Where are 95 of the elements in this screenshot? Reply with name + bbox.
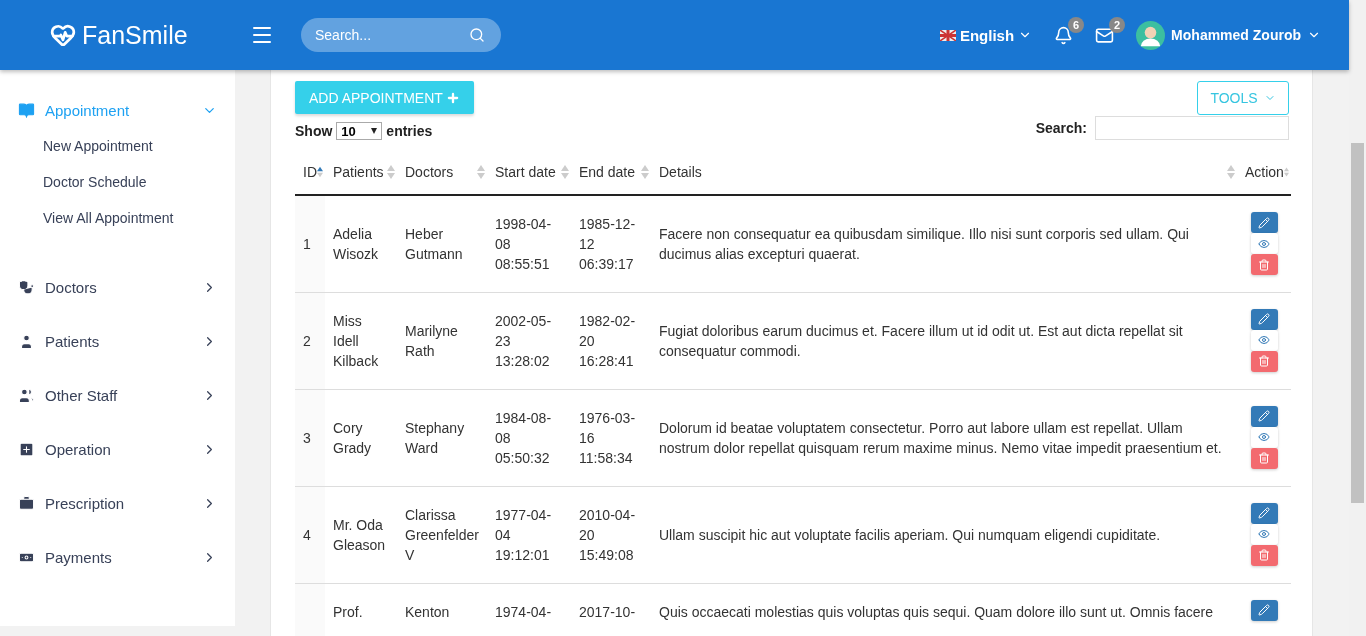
table-cell: Miss Idell Kilback [333,312,379,369]
medical-kit-icon [18,494,35,512]
table-cell: 2017-10- [579,603,636,620]
submenu-item[interactable]: New Appointment [0,128,235,164]
edit-button[interactable] [1250,212,1278,233]
view-button[interactable] [1250,426,1278,448]
search-label: Search: [1035,120,1087,136]
table-cell: Facere non consequatur ea quibusdam similique. Illo nisi sunt corporis sed ullam. Qui ducimus alias excepturi quaerat. [659,225,1189,262]
sidebar-item[interactable]: Doctors [0,269,235,305]
submenu-item[interactable]: Doctor Schedule [0,164,235,200]
eye-icon [1258,431,1270,443]
flag-icon [939,29,956,41]
page-size-select[interactable]: 10 [336,122,383,140]
show-label: Show [295,123,333,139]
table-cell: Mr. Oda Gleason [333,516,386,553]
table-cell: Fugiat doloribus earum ducimus et. Facere illum ut id odit ut. Est aut dicta repellat sit consequatur commodi. [659,322,1183,359]
table-cell: 1998-04-08 08:55:51 [495,215,552,272]
sidebar-item[interactable]: Patients [0,323,235,359]
pencil-icon [1258,507,1270,519]
user-icon [18,332,35,350]
pencil-icon [1258,216,1270,229]
brand-name: FanSmile [82,20,188,50]
language-selector[interactable]: English [939,26,1033,44]
heart-pulse-icon [50,22,76,48]
messages-button[interactable] [1095,25,1115,45]
table-cell: Stephany Ward [405,419,465,456]
message-count: 2 [1109,16,1126,33]
notifications-button[interactable] [1054,25,1074,45]
column-header[interactable]: Details [659,163,702,180]
table-cell: Cory Grady [333,419,372,456]
column-header[interactable]: Start date [495,163,556,180]
search-field[interactable]: Search... [301,18,501,52]
table-cell: 1974-04- [495,603,552,620]
column-header[interactable]: Action [1245,163,1284,180]
pencil-icon [1258,410,1270,422]
edit-button[interactable] [1250,599,1278,621]
trash-icon [1258,452,1270,464]
view-button[interactable] [1250,329,1278,351]
table-cell: 1977-04-04 19:12:01 [495,506,552,563]
table-cell: 2002-05-23 13:28:02 [495,312,552,369]
table-cell: 1984-08-08 05:50:32 [495,409,552,466]
avatar [1136,20,1166,50]
table-cell: 1976-03-16 11:58:34 [579,409,636,466]
plus-icon [445,90,460,105]
entries-label: entries [386,123,433,139]
trash-icon [1258,549,1270,561]
table-cell: Dolorum id beatae voluptatem consectetur. Porro aut labore ullam est repellat. Ullam nostrum dolor repellat quisquam rerum maxime minus. Nemo vitae impedit praesentium et. [659,419,1222,456]
table-search-field[interactable] [1095,116,1289,140]
view-button[interactable] [1250,233,1278,254]
users-icon [18,386,35,404]
table-cell: Adelia Wisozk [333,225,379,262]
sidebar-item[interactable]: Payments [0,539,235,575]
delete-button[interactable] [1250,254,1278,275]
sidebar-item[interactable]: Other Staff [0,377,235,413]
submenu-item[interactable]: View All Appointment [0,200,235,236]
edit-button[interactable] [1250,405,1278,427]
trash-icon [1258,355,1270,367]
edit-button[interactable] [1250,308,1278,330]
table-cell: Kenton [405,603,450,620]
table-cell: Heber Gutmann [405,225,463,262]
delete-button[interactable] [1250,350,1278,372]
eye-icon [1258,334,1270,346]
table-cell: Prof. [333,603,363,620]
table-cell: 2 [303,332,311,349]
table-cell: 1982-02-20 16:28:41 [579,312,636,369]
table-cell: Ullam suscipit hic aut voluptate facilis aperiam. Qui numquam eligendi cupiditate. [659,526,1161,543]
trash-icon [1258,258,1270,271]
delete-button[interactable] [1250,544,1278,566]
delete-button[interactable] [1250,447,1278,469]
sidebar-item[interactable]: Prescription [0,485,235,521]
view-button[interactable] [1250,523,1278,545]
search-input[interactable]: Search... [313,26,469,44]
table-cell: Clarissa Greenfelder V [405,506,479,563]
table-cell: Quis occaecati molestias quis voluptas quis sequi. Quam dolore illo sunt ut. Omnis facere [659,603,1214,620]
pencil-icon [1258,604,1270,616]
table-cell: 3 [303,429,311,446]
column-header[interactable]: Doctors [405,163,454,180]
table-cell: Marilyne Rath [405,322,458,359]
pencil-icon [1258,313,1270,325]
plus-square-icon [18,440,35,458]
edit-button[interactable] [1250,502,1278,524]
table-cell: 4 [303,526,311,543]
sidebar-item[interactable]: Operation [0,431,235,467]
table-cell: 2010-04-20 15:49:08 [579,506,636,563]
search-icon[interactable] [469,27,485,43]
book-icon [18,101,35,119]
eye-icon [1258,528,1270,540]
notification-count: 6 [1068,16,1085,33]
column-header[interactable]: End date [579,163,636,180]
eye-icon [1258,237,1270,250]
table-cell: 1985-12-12 06:39:17 [579,215,636,272]
column-header[interactable]: ID [303,163,317,180]
user-menu[interactable]: Mohammed Zourob [1136,20,1321,50]
table-cell: 1 [303,235,311,252]
column-header[interactable]: Patients [333,163,384,180]
